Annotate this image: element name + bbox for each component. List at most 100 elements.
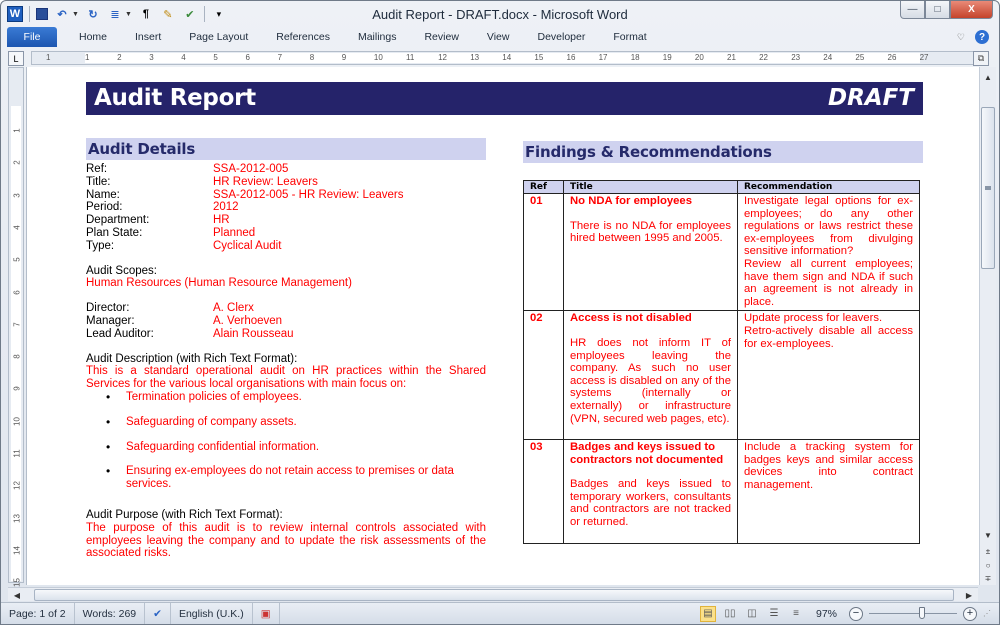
vertical-scroll-thumb[interactable] [981,107,995,269]
detail-row: Type: Cyclical Audit [86,240,486,253]
tab-review[interactable]: Review [410,27,472,47]
detail-value: Cyclical Audit [213,239,282,252]
ruler-mark: 14 [12,545,22,555]
tab-page-layout[interactable]: Page Layout [175,27,262,47]
description-text: This is a standard operational audit on … [86,365,486,391]
audit-details-column: Audit Details Ref: SSA-2012-005 Title: HR … [86,138,486,560]
finding-title: Badges and keys issued to contractors no… [570,441,724,466]
print-layout-view-icon[interactable]: ▤ [699,605,716,622]
bullet-item: Safeguarding of company assets. [106,416,456,429]
horizontal-ruler[interactable]: 1 1 2 3 4 5 6 7 8 9 10 11 12 13 14 15 16 17 18 19 20 21 22 23 24… [31,51,976,65]
purpose-text: The purpose of this audit is to review i… [86,521,486,560]
ruler-mark: 13 [12,513,22,523]
scroll-left-icon[interactable]: ◀ [10,588,24,602]
status-bar: Page: 1 of 2 Words: 269 ✔ English (U.K.)… [1,602,999,624]
tab-selector[interactable]: L [8,51,24,66]
scroll-down-icon[interactable]: ▼ [980,527,996,543]
draft-view-icon[interactable]: ≡ [788,606,804,622]
ruler-mark: 5 [213,53,218,62]
tab-insert[interactable]: Insert [121,27,175,47]
minimize-button[interactable]: — [900,1,925,19]
horizontal-scrollbar[interactable]: ◀ ▶ [8,587,978,601]
ruler-mark: 6 [12,289,22,295]
detail-row: Name: SSA-2012-005 - HR Review: Leavers [86,189,486,202]
vertical-ruler[interactable]: 1 2 3 4 5 6 7 8 9 10 11 12 13 14 15 [8,67,24,587]
web-layout-view-icon[interactable]: ◫ [744,606,760,622]
zoom-slider[interactable] [869,607,957,619]
ruler-mark: 22 [759,53,768,62]
document-page[interactable]: Audit Report DRAFT Audit Details Ref: SSA… [26,67,980,585]
finding-description: HR does not inform IT of employees leavi… [570,336,731,425]
detail-row: Period: 2012 [86,201,486,214]
ruler-mark: 10 [12,416,22,426]
tab-mailings[interactable]: Mailings [344,27,411,47]
word-count[interactable]: Words: 269 [75,603,146,624]
finding-title: Access is not disabled [570,312,692,325]
tab-references[interactable]: References [262,27,344,47]
tab-home[interactable]: Home [65,27,121,47]
detail-key: Ref: [86,163,108,175]
next-page-icon[interactable]: ∓ [980,570,996,586]
findings-table: Ref Title Recommendation 01 No NDA for e… [523,180,920,544]
table-header-row: Ref Title Recommendation [523,180,920,194]
report-title: Audit Report [94,85,256,111]
horizontal-scroll-thumb[interactable] [34,589,954,601]
zoom-in-button[interactable]: + [963,606,977,621]
macro-recording-icon[interactable]: ▣ [253,603,280,624]
bullet-item: Safeguarding confidential information. [106,441,456,454]
zoom-slider-thumb[interactable] [918,607,925,619]
person-row: Manager: A. Verhoeven [86,315,486,328]
restore-button[interactable]: □ [925,1,950,19]
description-label: Audit Description (with Rich Text Format… [86,352,298,365]
zoom-out-button[interactable]: − [849,606,863,621]
ruler-mark: 9 [341,53,347,62]
outline-view-icon[interactable]: ☰ [766,606,782,622]
scroll-up-icon[interactable]: ▲ [980,69,996,85]
bullet-item: Termination policies of employees. [106,391,456,404]
tab-file[interactable]: File [7,27,57,47]
title-bar: W ↶ ▼ ↻ ≣ ▼ ¶ ✎ ✔ ▾ Audit Report - DRAFT… [1,1,999,29]
scroll-right-icon[interactable]: ▶ [962,588,976,602]
expand-ribbon-icon[interactable]: ♡ [957,32,965,43]
detail-key: Type: [86,239,115,252]
ruler-mark: 18 [630,53,640,62]
zoom-level[interactable]: 97% [816,608,837,620]
finding-recommendation-cell: Update process for leavers. Retro-active… [737,310,920,441]
detail-value: HR [213,214,230,227]
audit-details-heading: Audit Details [86,138,486,160]
resize-grip-icon[interactable]: ⋰ [983,609,993,619]
page-count[interactable]: Page: 1 of 2 [1,603,75,624]
detail-key: Department: [86,214,150,227]
tab-format[interactable]: Format [599,27,660,47]
finding-recommendation-cell: Investigate legal options for ex-employe… [737,192,920,312]
report-banner: Audit Report DRAFT [86,82,923,115]
help-icon[interactable]: ? [975,30,989,44]
window-controls: — □ X [900,1,993,19]
detail-row: Ref: SSA-2012-005 [86,163,486,176]
ruler-mark: 13 [470,53,480,62]
finding-description: Badges and keys issued to temporary work… [570,478,731,529]
full-screen-reading-view-icon[interactable]: ▯▯ [722,606,738,622]
ruler-mark: 24 [823,53,833,62]
person-role: Lead Auditor: [86,327,154,340]
tab-developer[interactable]: Developer [523,27,599,47]
ruler-mark: 7 [12,322,22,327]
language[interactable]: English (U.K.) [171,603,253,624]
finding-recommendation: Investigate legal options for ex-employe… [744,195,913,258]
finding-ref: 02 [523,310,564,441]
ribbon-tabs: File Home Insert Page Layout References … [7,27,661,47]
vertical-scrollbar[interactable]: ▲ ▼ ± ○ ∓ [979,67,996,585]
scopes-value: Human Resources (Human Resource Manageme… [86,277,352,290]
proofing-icon[interactable]: ✔ [145,603,171,624]
findings-column: Findings & Recommendations [523,141,923,163]
grip-icon [985,186,991,190]
bullet-item: Ensuring ex-employees do not retain acce… [106,465,456,491]
finding-recommendation: Retro-actively disable all access for ex… [744,324,913,350]
ruler-mark: 12 [438,53,447,62]
draft-label: DRAFT [827,85,914,111]
close-button[interactable]: X [950,1,993,19]
view-ruler-icon[interactable]: ⧉ [973,51,989,66]
ruler-mark: 6 [245,53,250,62]
tab-view[interactable]: View [473,27,524,47]
finding-title-cell: Access is not disabled HR does not infor… [563,310,738,441]
